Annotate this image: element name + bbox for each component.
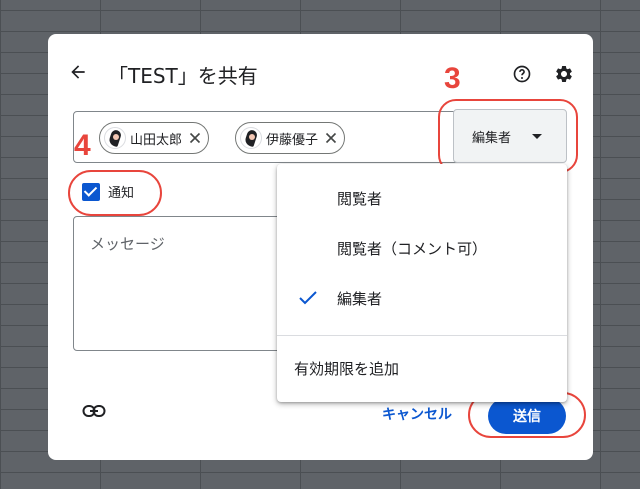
remove-recipient-icon[interactable]	[324, 131, 338, 145]
annotation-ring-role	[438, 99, 578, 173]
cancel-button[interactable]: キャンセル	[382, 404, 452, 424]
gear-icon[interactable]	[554, 64, 574, 84]
menu-item-viewer[interactable]: 閲覧者	[277, 178, 567, 218]
people-input[interactable]: 山田太郎 伊藤優子	[73, 111, 478, 163]
menu-item-label: 閲覧者	[337, 189, 383, 208]
menu-item-editor[interactable]: 編集者	[277, 278, 567, 318]
recipient-chip[interactable]: 山田太郎	[99, 122, 210, 154]
recipient-chip[interactable]: 伊藤優子	[235, 122, 346, 154]
menu-item-commenter[interactable]: 閲覧者（コメント可）	[277, 228, 567, 268]
share-dialog: 「TEST」を共有 3 4 山田太郎 伊藤優子 編集者 通知 メッセージ キャン…	[48, 34, 593, 460]
avatar	[104, 127, 126, 149]
annotation-step-3: 3	[444, 62, 461, 95]
recipient-name: 伊藤優子	[266, 132, 319, 148]
link-icon[interactable]	[82, 404, 106, 418]
role-menu: 閲覧者 閲覧者（コメント可） 編集者 有効期限を追加	[277, 164, 567, 402]
menu-item-add-expiry[interactable]: 有効期限を追加	[294, 358, 399, 379]
menu-item-label: 編集者	[337, 289, 383, 308]
message-placeholder: メッセージ	[90, 235, 165, 253]
menu-divider	[277, 335, 567, 336]
dialog-title: 「TEST」を共有	[108, 64, 258, 88]
message-field[interactable]: メッセージ	[73, 216, 283, 351]
checkmark-icon	[299, 291, 317, 305]
help-icon[interactable]	[512, 64, 532, 84]
back-arrow-icon[interactable]	[68, 62, 88, 82]
menu-item-label: 閲覧者（コメント可）	[337, 239, 488, 258]
annotation-ring-notify	[68, 170, 162, 216]
recipient-name: 山田太郎	[130, 132, 183, 148]
remove-recipient-icon[interactable]	[188, 131, 202, 145]
avatar	[240, 127, 262, 149]
